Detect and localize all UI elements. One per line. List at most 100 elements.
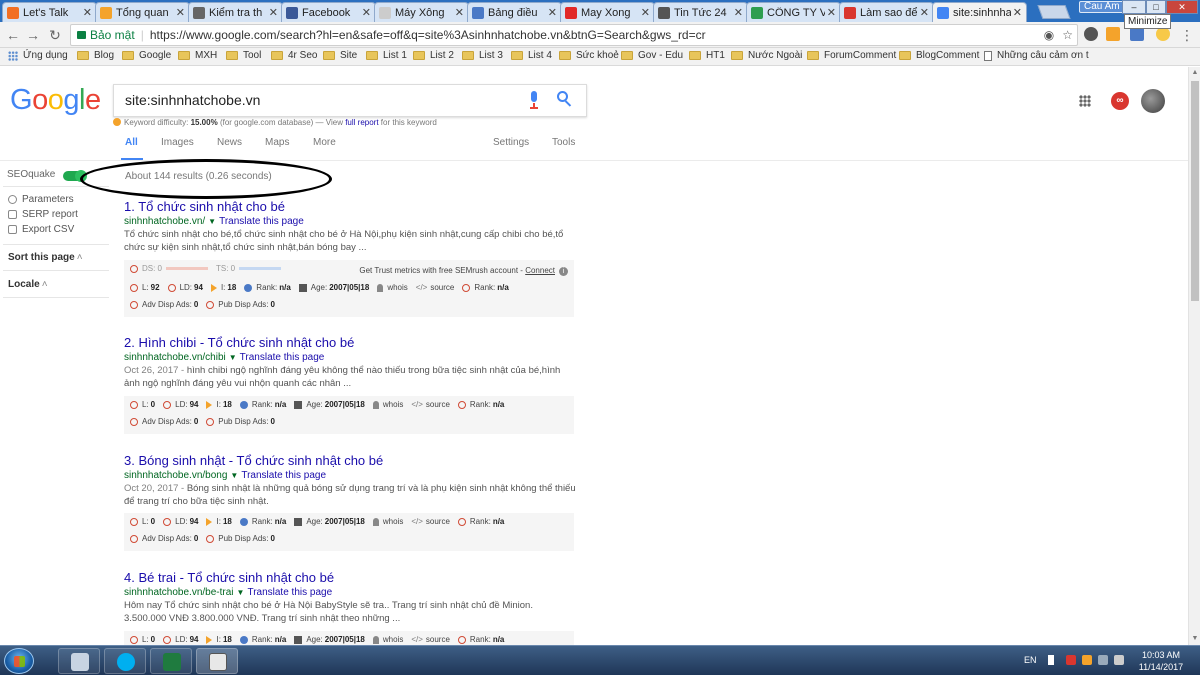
seo-metric[interactable]: L: 92 — [130, 283, 160, 292]
bookmark-item[interactable]: Gov - Edu — [621, 50, 683, 61]
bookmark-item[interactable]: List 3 — [462, 50, 503, 61]
seo-metric[interactable]: Pub Disp Ads: 0 — [206, 300, 275, 309]
seo-metric[interactable]: Age: 2007|05|18 — [294, 400, 365, 409]
extension-translate-icon[interactable] — [1130, 27, 1144, 41]
dropdown-arrow-icon[interactable]: ▼ — [229, 353, 237, 362]
close-icon[interactable]: ✕ — [83, 6, 92, 19]
browser-tab[interactable]: Làm sao để ✕ — [839, 2, 934, 22]
location-icon[interactable]: ◉ — [1044, 25, 1054, 45]
seo-metric[interactable]: </> source — [416, 283, 455, 292]
result-url-text[interactable]: sinhnhatchobe.vn/chibi — [124, 352, 226, 363]
google-apps-icon[interactable] — [1079, 95, 1091, 107]
dropdown-arrow-icon[interactable]: ▼ — [208, 217, 216, 226]
seo-metric[interactable]: Adv Disp Ads: 0 — [130, 534, 198, 543]
browser-tab[interactable]: Let's Talk ✕ — [2, 2, 97, 22]
seo-metric[interactable]: Rank: n/a — [239, 635, 286, 644]
google-logo[interactable]: Google — [10, 84, 101, 117]
bookmark-item[interactable]: Tool — [226, 50, 261, 61]
seo-metric[interactable]: L: 0 — [130, 517, 155, 526]
seo-metric[interactable]: I: 18 — [206, 517, 232, 526]
seo-metric[interactable]: LD: 94 — [163, 400, 198, 409]
new-tab-button[interactable] — [1037, 5, 1071, 19]
close-icon[interactable]: ✕ — [734, 6, 743, 19]
scroll-up-icon[interactable]: ▲ — [1189, 67, 1200, 79]
bookmark-item[interactable]: Nước Ngoài — [731, 50, 802, 61]
taskbar-calculator[interactable] — [58, 648, 100, 674]
seo-metric[interactable]: Adv Disp Ads: 0 — [130, 417, 198, 426]
address-bar[interactable]: Bảo mật | https://www.google.com/search?hl… — [70, 24, 1078, 46]
info-icon[interactable]: i — [559, 267, 568, 276]
dropdown-arrow-icon[interactable]: ▼ — [230, 471, 238, 480]
tab-news[interactable]: News — [217, 137, 242, 148]
seo-metric[interactable]: LD: 94 — [163, 517, 198, 526]
result-title-link[interactable]: 2. Hình chibi - Tổ chức sinh nhật cho bé — [124, 335, 584, 350]
browser-tab[interactable]: Tin Tức 24 ✕ — [653, 2, 748, 22]
profile-name-badge[interactable]: Cau Am — [1079, 1, 1125, 13]
bookmark-item[interactable]: List 4 — [511, 50, 552, 61]
tray-flag-icon[interactable] — [1066, 655, 1076, 665]
seo-metric[interactable]: Pub Disp Ads: 0 — [206, 417, 275, 426]
seo-metric[interactable]: whois — [372, 517, 403, 526]
close-icon[interactable]: ✕ — [641, 6, 650, 19]
seo-metric[interactable]: Adv Disp Ads: 0 — [130, 300, 198, 309]
seo-metric[interactable]: </> source — [411, 635, 450, 644]
result-url-text[interactable]: sinhnhatchobe.vn/be-trai — [124, 587, 234, 598]
taskbar-clock[interactable]: 10:03 AM 11/14/2017 — [1132, 649, 1190, 673]
browser-tab[interactable]: site:sinhnha ✕ — [932, 2, 1027, 22]
search-input[interactable]: site:sinhnhatchobe.vn — [113, 84, 587, 117]
extension-user-icon[interactable] — [1084, 27, 1098, 41]
close-icon[interactable]: ✕ — [1013, 6, 1022, 19]
dropdown-arrow-icon[interactable]: ▼ — [237, 588, 245, 597]
bookmark-item[interactable]: BlogComment — [899, 50, 979, 61]
tray-volume-icon[interactable] — [1114, 655, 1124, 665]
search-icon[interactable] — [557, 91, 573, 107]
result-title-link[interactable]: 1. Tổ chức sinh nhật cho bé — [124, 199, 584, 214]
connect-link[interactable]: Connect — [525, 266, 555, 275]
bookmark-item[interactable]: Ứng dụng — [8, 50, 68, 61]
taskbar-app-window[interactable] — [196, 648, 238, 674]
seo-metric[interactable]: LD: 94 — [167, 283, 203, 292]
seo-metric[interactable]: Rank: n/a — [457, 517, 504, 526]
close-window-button[interactable]: ✕ — [1166, 0, 1198, 14]
tab-settings[interactable]: Settings — [493, 137, 529, 148]
back-arrow-icon[interactable]: ← — [4, 25, 22, 45]
full-report-link[interactable]: full report — [345, 118, 378, 127]
browser-tab[interactable]: Facebook ✕ — [281, 2, 376, 22]
seo-metric[interactable]: I: 18 — [206, 400, 232, 409]
seo-metric[interactable]: </> source — [411, 400, 450, 409]
seo-metric[interactable]: Age: 2007|05|18 — [294, 517, 365, 526]
tab-tools[interactable]: Tools — [552, 137, 575, 148]
tab-more[interactable]: More — [313, 137, 336, 148]
close-icon[interactable]: ✕ — [455, 6, 464, 19]
seo-metric[interactable]: Age: 2007|05|18 — [298, 283, 369, 292]
sidebar-item-export-csv[interactable]: Export CSV — [8, 224, 74, 235]
reload-icon[interactable]: ↻ — [46, 25, 64, 45]
sidebar-item-serp-report[interactable]: SERP report — [8, 209, 78, 220]
tab-images[interactable]: Images — [161, 137, 194, 148]
close-icon[interactable]: ✕ — [827, 6, 836, 19]
seo-metric[interactable]: whois — [377, 283, 408, 292]
close-icon[interactable]: ✕ — [269, 6, 278, 19]
seo-metric[interactable]: Rank: n/a — [457, 400, 504, 409]
close-icon[interactable]: ✕ — [176, 6, 185, 19]
bookmark-item[interactable]: Google — [122, 50, 171, 61]
close-icon[interactable]: ✕ — [362, 6, 371, 19]
browser-tab[interactable]: CÔNG TY V ✕ — [746, 2, 841, 22]
seo-metric[interactable]: I: 18 — [210, 283, 236, 292]
menu-icon[interactable]: ⋮ — [1178, 25, 1196, 45]
seo-metric[interactable]: Rank: n/a — [244, 283, 291, 292]
infinity-icon[interactable]: ∞ — [1111, 92, 1129, 110]
bookmark-item[interactable]: Sức khoẻ — [559, 50, 619, 61]
taskbar-skype[interactable] — [104, 648, 146, 674]
language-indicator[interactable]: EN — [1024, 655, 1037, 665]
bookmark-star-icon[interactable]: ☆ — [1062, 25, 1073, 45]
sidebar-item-parameters[interactable]: Parameters — [8, 194, 74, 205]
scrollbar-thumb[interactable] — [1191, 81, 1199, 301]
seo-metric[interactable]: Rank: n/a — [457, 635, 504, 644]
seo-metric[interactable]: Rank: n/a — [239, 400, 286, 409]
result-url-text[interactable]: sinhnhatchobe.vn/ — [124, 216, 205, 227]
browser-tab[interactable]: Tổng quan ✕ — [95, 2, 190, 22]
translate-link[interactable]: Translate this page — [219, 216, 304, 227]
translate-link[interactable]: Translate this page — [240, 352, 325, 363]
browser-tab[interactable]: Kiểm tra th ✕ — [188, 2, 283, 22]
